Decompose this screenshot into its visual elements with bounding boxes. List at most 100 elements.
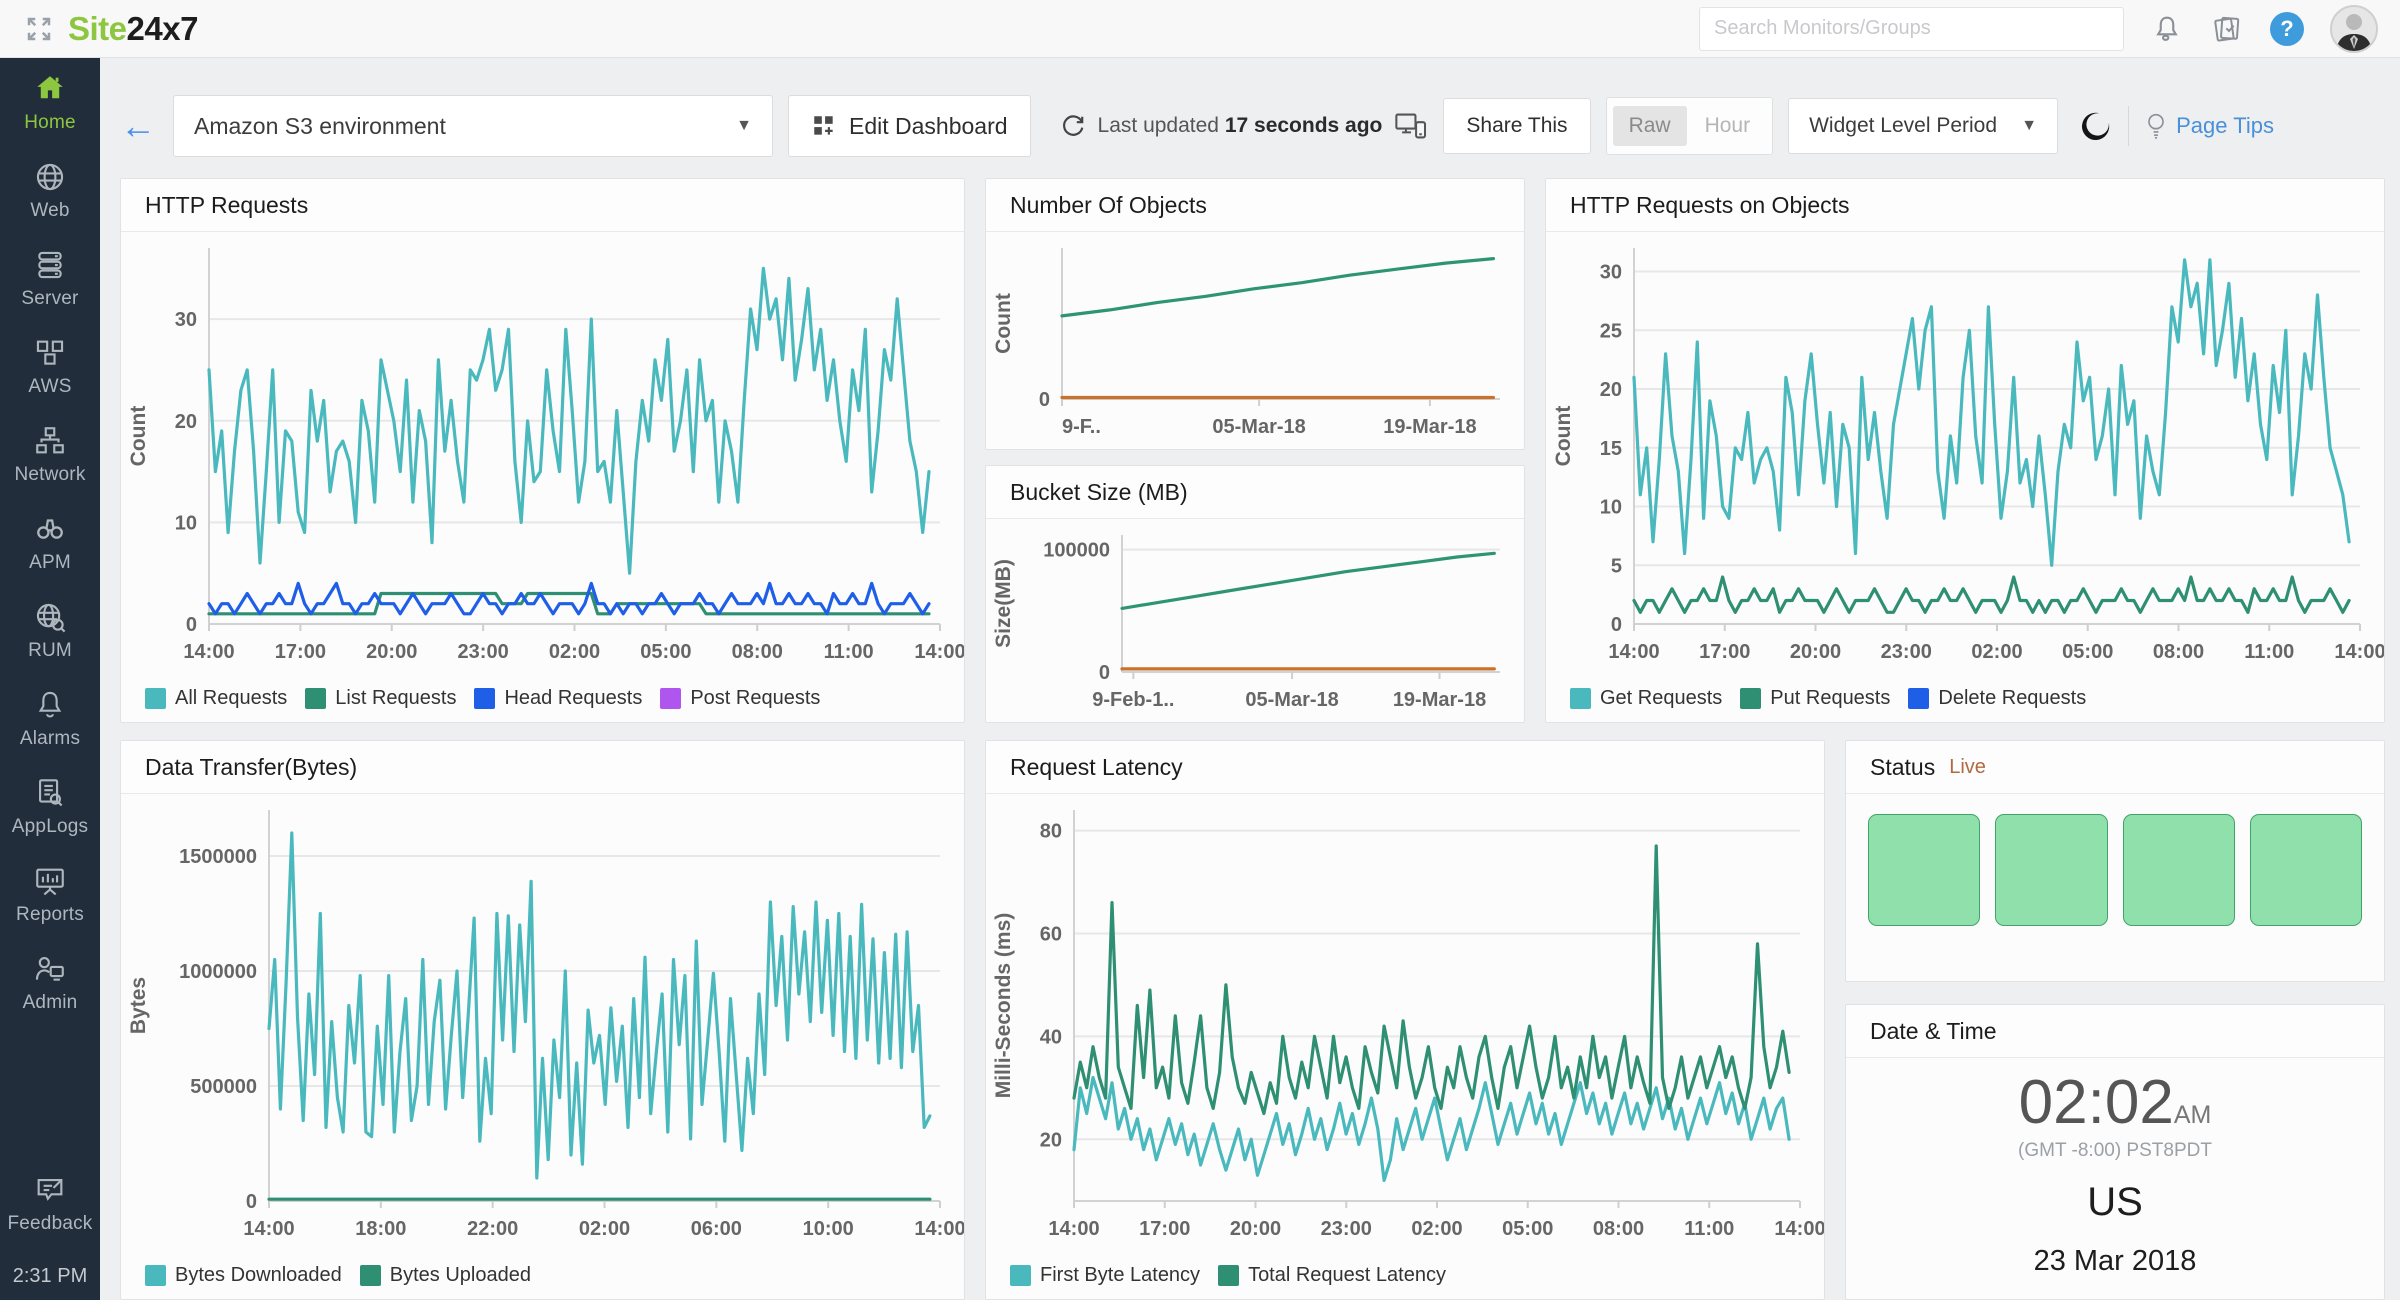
- legend-label: List Requests: [335, 687, 456, 710]
- divider: [2128, 106, 2129, 146]
- panel-title: Request Latency: [986, 741, 1824, 794]
- sidebar-item-apm[interactable]: APM: [29, 512, 71, 574]
- status-monitor-box[interactable]: [1995, 814, 2107, 926]
- svg-text:14:00: 14:00: [2334, 641, 2384, 663]
- sidebar-item-label: Server: [21, 288, 78, 310]
- panel-title: Number Of Objects: [986, 179, 1524, 232]
- sidebar-item-alarms[interactable]: Alarms: [20, 688, 80, 750]
- legend-item[interactable]: All Requests: [145, 687, 287, 710]
- line-chart-http-requests-on-objects[interactable]: 051015202530Count14:0017:0020:0023:0002:…: [1546, 232, 2384, 674]
- legend-label: Bytes Uploaded: [390, 1264, 531, 1287]
- legend-item[interactable]: Bytes Downloaded: [145, 1264, 342, 1287]
- svg-text:Count: Count: [127, 406, 150, 467]
- bell-icon[interactable]: [2150, 12, 2184, 46]
- sidebar-item-server[interactable]: Server: [21, 248, 78, 310]
- legend-swatch: [1218, 1265, 1239, 1286]
- sidebar-item-applogs[interactable]: AppLogs: [12, 776, 88, 838]
- svg-text:02:00: 02:00: [1971, 641, 2022, 663]
- legend-swatch: [360, 1265, 381, 1286]
- dark-mode-moon-icon[interactable]: [2079, 109, 2113, 143]
- devices-icon[interactable]: [1394, 112, 1428, 140]
- legend-item[interactable]: Post Requests: [660, 687, 820, 710]
- help-icon[interactable]: ?: [2270, 12, 2304, 46]
- edit-dashboard-icon: [811, 113, 837, 139]
- svg-text:10: 10: [1600, 497, 1622, 519]
- sidebar-item-label: Reports: [16, 904, 84, 926]
- legend-item[interactable]: List Requests: [305, 687, 456, 710]
- clock-timezone: (GMT -8:00) PST8PDT: [2018, 1140, 2212, 1162]
- chevron-down-icon: ▼: [736, 117, 752, 135]
- tasks-icon[interactable]: [2210, 12, 2244, 46]
- svg-text:11:00: 11:00: [1684, 1218, 1734, 1240]
- legend-item[interactable]: Bytes Uploaded: [360, 1264, 531, 1287]
- svg-text:20: 20: [1600, 379, 1622, 401]
- line-chart-bucket-size[interactable]: 0100000Size(MB)9-Feb-1..05-Mar-1819-Mar-…: [986, 519, 1524, 722]
- edit-dashboard-button[interactable]: Edit Dashboard: [788, 95, 1031, 157]
- legend-item[interactable]: Head Requests: [474, 687, 642, 710]
- svg-text:9-Feb-1..: 9-Feb-1..: [1092, 689, 1174, 711]
- raw-option[interactable]: Raw: [1613, 106, 1687, 146]
- sidebar-item-web[interactable]: Web: [30, 160, 69, 222]
- sidebar-item-label: Home: [24, 112, 75, 134]
- legend-label: Bytes Downloaded: [175, 1264, 342, 1287]
- share-this-button[interactable]: Share This: [1443, 98, 1590, 154]
- svg-text:05:00: 05:00: [2062, 641, 2113, 663]
- widget-level-period-select[interactable]: Widget Level Period ▼: [1788, 98, 2058, 154]
- svg-text:14:00: 14:00: [914, 641, 964, 663]
- back-arrow-icon[interactable]: ←: [120, 108, 156, 144]
- line-chart-http-requests[interactable]: 0102030Count14:0017:0020:0023:0002:0005:…: [121, 232, 964, 674]
- line-chart-number-of-objects[interactable]: 0Count9-F..05-Mar-1819-Mar-18: [986, 232, 1524, 449]
- status-monitor-box[interactable]: [2123, 814, 2235, 926]
- legend-swatch: [474, 688, 495, 709]
- last-updated-value: 17 seconds ago: [1225, 114, 1383, 137]
- svg-text:25: 25: [1600, 320, 1622, 342]
- top-bar: Site24x7 ?: [0, 0, 2400, 58]
- dashboard-select[interactable]: Amazon S3 environment ▼: [173, 95, 773, 157]
- apm-icon: [33, 512, 67, 546]
- legend-swatch: [1010, 1265, 1031, 1286]
- sidebar-item-feedback[interactable]: Feedback: [7, 1173, 92, 1235]
- legend-item[interactable]: Get Requests: [1570, 687, 1722, 710]
- svg-text:14:00: 14:00: [1048, 1218, 1099, 1240]
- line-chart-data-transfer[interactable]: 050000010000001500000Bytes14:0018:0022:0…: [121, 794, 964, 1251]
- line-chart-request-latency[interactable]: 20406080Milli-Seconds (ms)14:0017:0020:0…: [986, 794, 1824, 1251]
- legend-item[interactable]: Delete Requests: [1908, 687, 2086, 710]
- hour-option[interactable]: Hour: [1689, 106, 1767, 146]
- sidebar-item-label: AWS: [28, 376, 71, 398]
- svg-text:05-Mar-18: 05-Mar-18: [1212, 416, 1305, 438]
- reports-icon: [33, 864, 67, 898]
- applogs-icon: [33, 776, 67, 810]
- server-icon: [33, 248, 67, 282]
- clock-date: 23 Mar 2018: [2034, 1245, 2197, 1278]
- expand-icon[interactable]: [22, 12, 56, 46]
- sidebar-item-network[interactable]: Network: [14, 424, 85, 486]
- legend-item[interactable]: Total Request Latency: [1218, 1264, 1446, 1287]
- sidebar-item-reports[interactable]: Reports: [16, 864, 84, 926]
- status-monitor-box[interactable]: [2250, 814, 2362, 926]
- clock-time: 02:02AM: [2019, 1072, 2212, 1134]
- svg-text:17:00: 17:00: [275, 641, 326, 663]
- rum-icon: [33, 600, 67, 634]
- legend-label: Post Requests: [690, 687, 820, 710]
- panel-number-of-objects: Number Of Objects 0Count9-F..05-Mar-1819…: [985, 178, 1525, 450]
- sidebar-item-aws[interactable]: AWS: [28, 336, 71, 398]
- legend-swatch: [1740, 688, 1761, 709]
- search-input[interactable]: [1699, 7, 2124, 51]
- svg-text:05:00: 05:00: [1502, 1218, 1553, 1240]
- sidebar-item-rum[interactable]: RUM: [28, 600, 72, 662]
- live-badge: Live: [1949, 756, 1986, 779]
- svg-text:10:00: 10:00: [803, 1218, 854, 1240]
- refresh-icon[interactable]: [1060, 113, 1086, 139]
- legend-item[interactable]: Put Requests: [1740, 687, 1890, 710]
- page-tips-link[interactable]: Page Tips: [2144, 112, 2274, 140]
- sidebar-item-home[interactable]: Home: [24, 72, 75, 134]
- legend-item[interactable]: First Byte Latency: [1010, 1264, 1200, 1287]
- svg-text:80: 80: [1040, 821, 1062, 843]
- avatar[interactable]: [2330, 5, 2378, 53]
- svg-text:20:00: 20:00: [1790, 641, 1841, 663]
- legend-swatch: [145, 688, 166, 709]
- panel-title: Status: [1870, 754, 1935, 781]
- last-updated: Last updated 17 seconds ago: [1060, 112, 1429, 140]
- status-monitor-box[interactable]: [1868, 814, 1980, 926]
- sidebar-item-admin[interactable]: Admin: [23, 952, 78, 1014]
